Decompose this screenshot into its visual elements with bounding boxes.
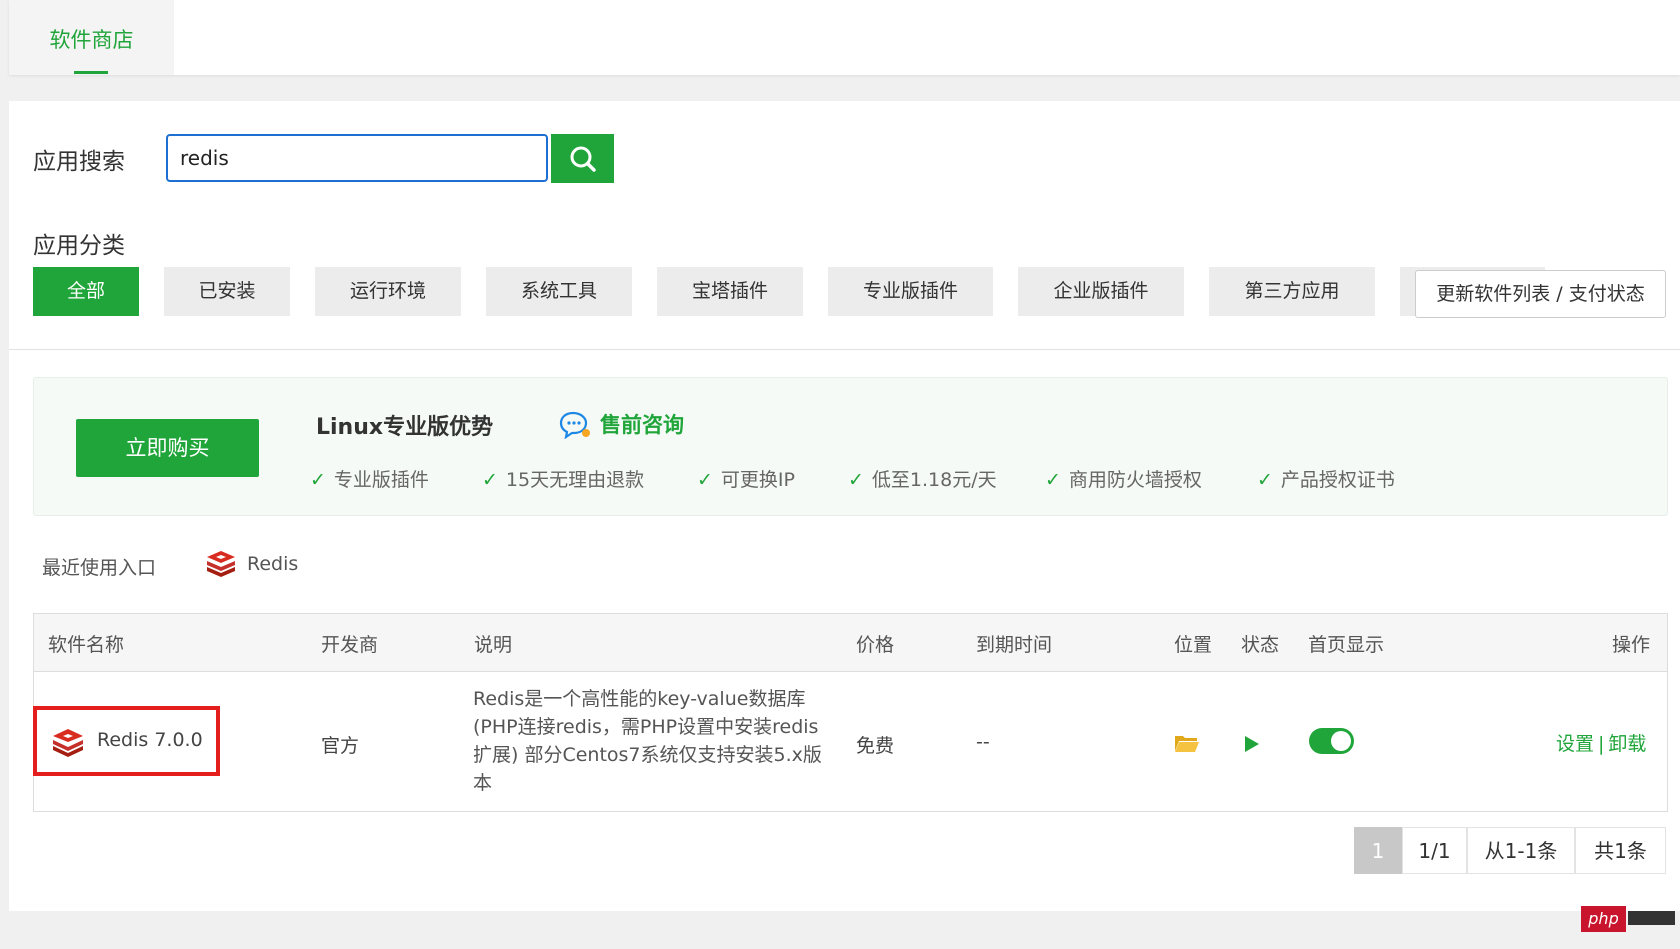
header-location: 位置 bbox=[1174, 634, 1213, 656]
settings-link[interactable]: 设置 bbox=[1556, 733, 1594, 755]
feature-item: ✓ 15天无理由退款 bbox=[482, 469, 645, 491]
search-input[interactable] bbox=[166, 134, 548, 182]
pagination-pages: 1/1 bbox=[1402, 827, 1467, 874]
redis-icon bbox=[207, 551, 235, 577]
row-actions: 设置 | 卸载 bbox=[1556, 729, 1646, 756]
pagination-range: 从1-1条 bbox=[1467, 827, 1575, 874]
check-icon: ✓ bbox=[697, 469, 713, 491]
update-software-list-button[interactable]: 更新软件列表 / 支付状态 bbox=[1415, 270, 1666, 318]
check-icon: ✓ bbox=[1257, 469, 1273, 491]
recent-entry-label: 最近使用入口 bbox=[42, 557, 157, 579]
search-icon bbox=[570, 146, 596, 172]
category-third-party[interactable]: 第三方应用 bbox=[1209, 267, 1375, 316]
header-name: 软件名称 bbox=[48, 634, 125, 656]
category-all[interactable]: 全部 bbox=[33, 267, 139, 316]
check-icon: ✓ bbox=[848, 469, 864, 491]
pagination-current-page[interactable]: 1 bbox=[1354, 827, 1402, 874]
software-developer: 官方 bbox=[321, 735, 360, 757]
feature-item: ✓ 专业版插件 bbox=[310, 469, 429, 491]
category-pro-plugins[interactable]: 专业版插件 bbox=[828, 267, 993, 316]
pagination-total: 共1条 bbox=[1575, 827, 1666, 874]
check-icon: ✓ bbox=[1045, 469, 1061, 491]
software-price: 免费 bbox=[856, 735, 895, 757]
header-expiry: 到期时间 bbox=[976, 634, 1053, 656]
redis-icon bbox=[53, 729, 83, 757]
watermark-bar bbox=[1628, 911, 1675, 925]
header-homepage-display: 首页显示 bbox=[1308, 634, 1385, 656]
search-button[interactable] bbox=[551, 134, 614, 183]
php-watermark: php bbox=[1581, 906, 1680, 938]
top-tab-bar bbox=[9, 0, 1680, 75]
presale-consult-label: 售前咨询 bbox=[600, 413, 684, 437]
feature-item: ✓ 产品授权证书 bbox=[1257, 469, 1395, 491]
tab-label: 软件商店 bbox=[49, 28, 134, 52]
divider bbox=[9, 349, 1680, 350]
header-description: 说明 bbox=[474, 634, 513, 656]
header-status: 状态 bbox=[1241, 634, 1280, 656]
category-label: 应用分类 bbox=[33, 233, 125, 259]
tab-underline bbox=[74, 71, 108, 74]
promo-banner bbox=[33, 377, 1668, 516]
recent-item-label: Redis bbox=[247, 553, 299, 575]
uninstall-link[interactable]: 卸载 bbox=[1608, 733, 1646, 755]
category-runtime[interactable]: 运行环境 bbox=[315, 267, 461, 316]
toggle-knob bbox=[1331, 731, 1351, 751]
header-actions: 操作 bbox=[1612, 634, 1651, 656]
category-bt-plugins[interactable]: 宝塔插件 bbox=[657, 267, 803, 316]
tab-software-store[interactable]: 软件商店 bbox=[9, 0, 174, 75]
feature-item: ✓ 低至1.18元/天 bbox=[848, 469, 997, 491]
watermark-logo: php bbox=[1581, 906, 1626, 932]
category-installed[interactable]: 已安装 bbox=[164, 267, 290, 316]
software-expiry: -- bbox=[976, 731, 990, 753]
category-enterprise-plugins[interactable]: 企业版插件 bbox=[1018, 267, 1184, 316]
feature-item: ✓ 可更换IP bbox=[697, 469, 795, 491]
check-icon: ✓ bbox=[310, 469, 326, 491]
action-separator: | bbox=[1598, 733, 1605, 755]
folder-icon[interactable] bbox=[1174, 733, 1200, 753]
search-label: 应用搜索 bbox=[33, 149, 125, 175]
check-icon: ✓ bbox=[482, 469, 498, 491]
chat-icon bbox=[559, 411, 590, 439]
promo-title: Linux专业版优势 bbox=[316, 415, 494, 440]
header-price: 价格 bbox=[856, 634, 895, 656]
homepage-display-toggle[interactable] bbox=[1309, 728, 1354, 754]
table-header bbox=[34, 614, 1667, 672]
category-system-tools[interactable]: 系统工具 bbox=[486, 267, 632, 316]
software-description: Redis是一个高性能的key-value数据库(PHP连接redis，需PHP… bbox=[473, 688, 822, 794]
buy-now-button[interactable]: 立即购买 bbox=[76, 419, 259, 477]
software-name[interactable]: Redis 7.0.0 bbox=[97, 729, 203, 751]
feature-item: ✓ 商用防火墙授权 bbox=[1045, 469, 1202, 491]
play-icon[interactable] bbox=[1243, 734, 1261, 754]
header-developer: 开发商 bbox=[321, 634, 379, 656]
